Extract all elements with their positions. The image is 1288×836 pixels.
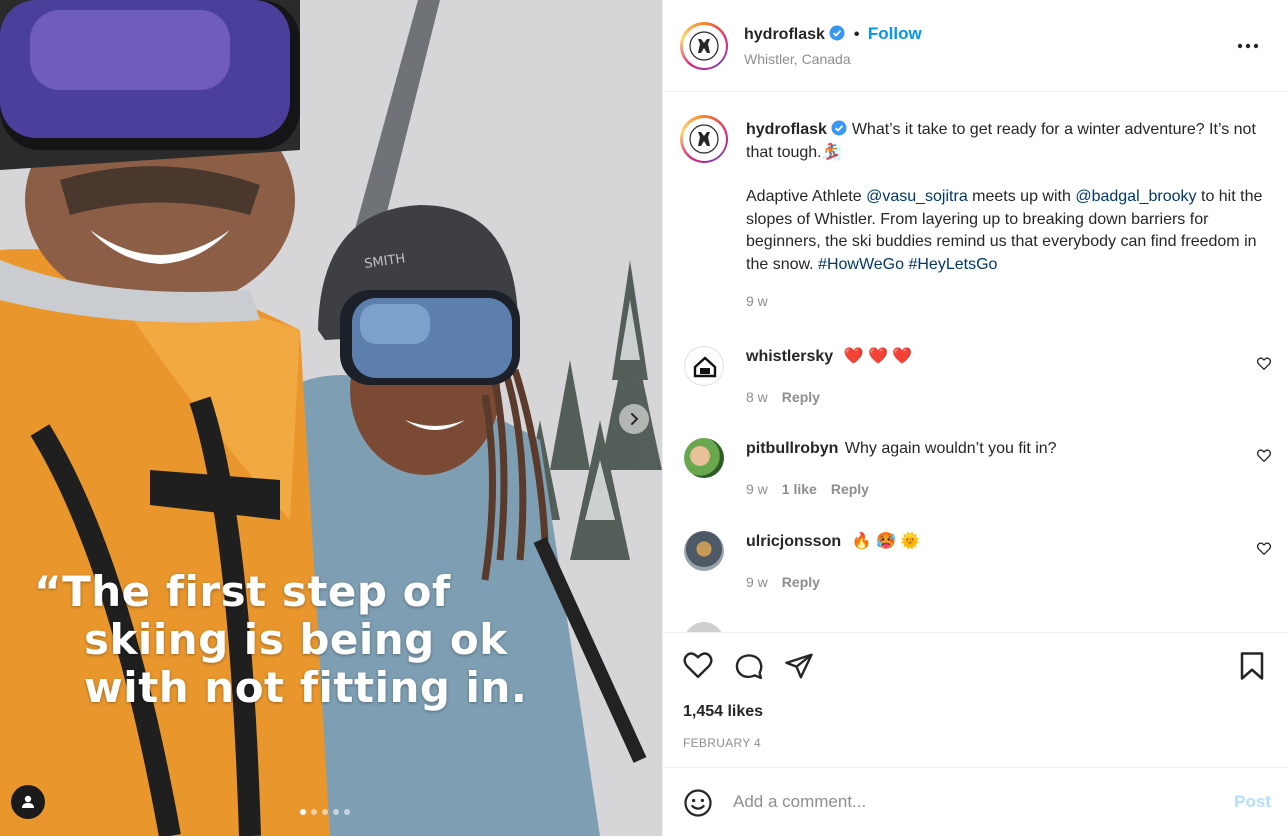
snowboarder-emoji: 🏂 (821, 143, 842, 161)
comment-input[interactable] (733, 789, 1193, 815)
post-header: hydroflask • Follow Whistler, Canada (663, 0, 1288, 92)
comment-item: ulricjonsson 🔥 🥵 🌞 9 w Reply (663, 523, 1288, 613)
quote-line: skiing is being ok (84, 615, 508, 664)
paper-plane-icon (785, 653, 813, 679)
hashtag-link[interactable]: #HeyLetsGo (908, 256, 997, 273)
author-username[interactable]: hydroflask (744, 26, 825, 43)
share-button[interactable] (784, 651, 814, 686)
post-date[interactable]: FEBRUARY 4 (683, 736, 761, 750)
comment-bubble-icon (735, 654, 763, 680)
verified-badge-icon (829, 25, 845, 41)
carousel-next-button[interactable] (619, 404, 649, 434)
post-media[interactable]: SMITH “The first step of skiing is being… (0, 0, 662, 836)
add-comment-bar: Post (663, 769, 1288, 836)
reply-button[interactable]: Reply (831, 481, 869, 497)
mention-link[interactable]: @vasu_sojitra (866, 188, 968, 205)
commenter-username[interactable]: ulricjonsson (746, 533, 841, 550)
comments-list[interactable]: hydroflask What’s it take to get ready f… (663, 93, 1288, 632)
like-button[interactable] (683, 651, 713, 684)
likes-count[interactable]: 1,454 likes (683, 703, 763, 721)
comment-like-button[interactable] (1256, 542, 1272, 560)
comment-text: 🔥 🥵 🌞 (851, 533, 921, 550)
carousel-dot (300, 809, 306, 815)
mention-link[interactable]: @badgal_brooky (1075, 188, 1196, 205)
post-location[interactable]: Whistler, Canada (744, 51, 851, 67)
carousel-dot (311, 809, 317, 815)
commenter-avatar[interactable] (684, 438, 724, 478)
heart-icon (1256, 542, 1272, 556)
carousel-dot (333, 809, 339, 815)
comment-like-button[interactable] (1256, 449, 1272, 467)
comment-time[interactable]: 9 w (746, 574, 768, 590)
comment-meta: 9 w Reply (746, 571, 920, 593)
smiley-icon (684, 789, 712, 817)
carousel-dot (344, 809, 350, 815)
chevron-right-icon (631, 413, 639, 425)
carousel-indicator (300, 809, 350, 815)
caption-text-part: meets up with (967, 188, 1076, 205)
reply-button[interactable]: Reply (782, 389, 820, 405)
hydroflask-logo-icon (689, 124, 719, 154)
comment-time[interactable]: 8 w (746, 389, 768, 405)
heart-icon (1256, 357, 1272, 371)
comment-button[interactable] (734, 651, 764, 686)
user-icon (22, 795, 34, 808)
caption-username[interactable]: hydroflask (746, 121, 827, 138)
heart-icon (683, 652, 713, 679)
emoji-picker-button[interactable] (683, 788, 713, 823)
post-comment-button[interactable]: Post (1234, 792, 1271, 812)
comment-item: whistlersky ❤️ ❤️ ❤️ 8 w Reply (663, 338, 1288, 428)
house-logo-icon (693, 356, 717, 378)
post-caption: hydroflask What’s it take to get ready f… (746, 119, 1276, 313)
commenter-username[interactable]: whistlersky (746, 348, 833, 365)
follow-button[interactable]: Follow (868, 24, 922, 43)
comment-item: pitbullrobyn Why again wouldn’t you fit … (663, 430, 1288, 520)
bookmark-icon (1240, 652, 1264, 680)
verified-badge-icon (831, 120, 847, 136)
author-avatar[interactable] (680, 22, 728, 70)
comment-meta: 8 w Reply (746, 386, 912, 408)
quote-line: “The first step of (34, 567, 451, 616)
post-side-panel: hydroflask • Follow Whistler, Canada hyd… (662, 0, 1288, 836)
comment-time[interactable]: 9 w (746, 481, 768, 497)
commenter-avatar[interactable] (684, 622, 724, 632)
separator-dot: • (853, 26, 860, 43)
reply-button[interactable]: Reply (782, 574, 820, 590)
commenter-avatar[interactable] (684, 346, 724, 386)
comment-text: Why again wouldn’t you fit in? (844, 440, 1057, 457)
commenter-username[interactable]: pitbullrobyn (746, 440, 838, 457)
comment-likes-count[interactable]: 1 like (782, 481, 817, 497)
save-button[interactable] (1239, 651, 1265, 686)
comment-text: ❤️ ❤️ ❤️ (843, 348, 913, 365)
hashtag-link[interactable]: #HowWeGo (818, 256, 904, 273)
post-actions: 1,454 likes FEBRUARY 4 (663, 632, 1288, 768)
quote-line: with not fitting in. (84, 663, 528, 712)
overlay-quote: “The first step of skiing is being ok wi… (34, 568, 580, 712)
hydroflask-logo-icon (689, 31, 719, 61)
more-options-button[interactable] (1237, 36, 1259, 54)
comment-like-button[interactable] (1256, 357, 1272, 375)
commenter-avatar[interactable] (684, 531, 724, 571)
tagged-users-button[interactable] (11, 785, 45, 819)
comment-meta: 9 w 1 like Reply (746, 478, 1057, 500)
caption-time[interactable]: 9 w (746, 290, 1276, 313)
more-horizontal-icon (1237, 43, 1259, 49)
carousel-dot (322, 809, 328, 815)
heart-icon (1256, 449, 1272, 463)
caption-author-avatar[interactable] (680, 115, 728, 163)
caption-text-part: Adaptive Athlete (746, 188, 867, 205)
